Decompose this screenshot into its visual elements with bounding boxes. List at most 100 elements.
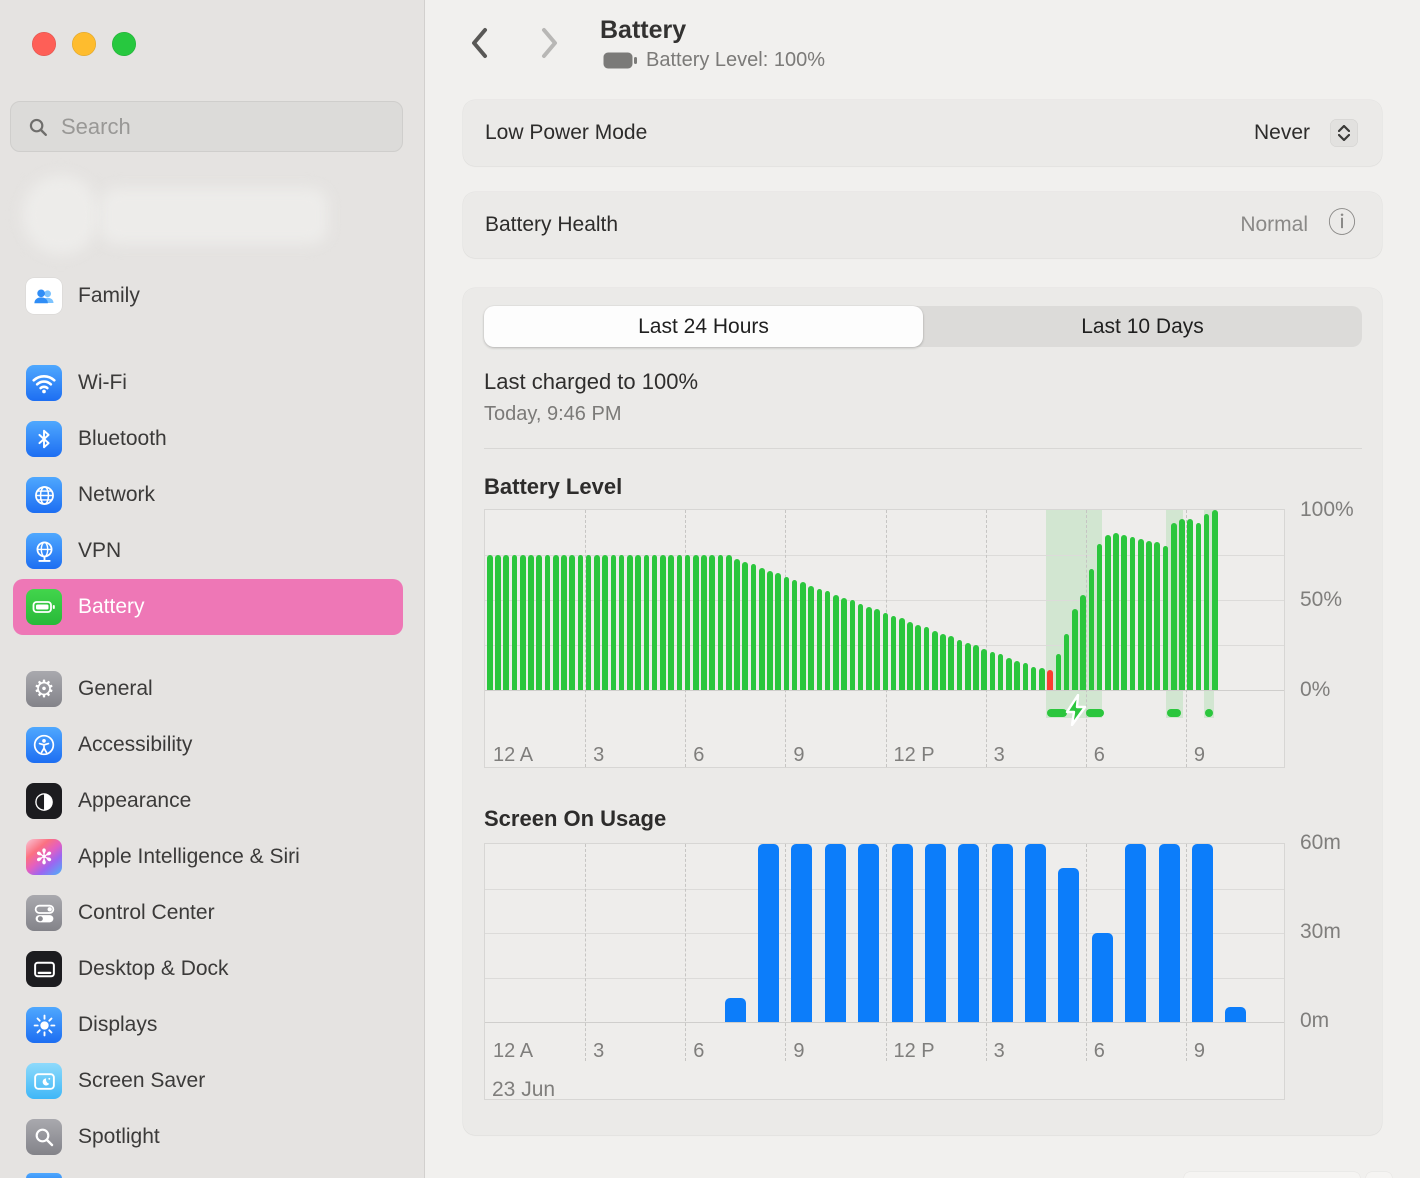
screen-usage-bar	[992, 844, 1013, 1022]
battery-bar	[1163, 546, 1169, 690]
sidebar-item-wi-fi[interactable]: Wi-Fi	[13, 355, 403, 411]
battery-bar	[759, 568, 765, 690]
low-power-mode-stepper[interactable]	[1330, 119, 1358, 147]
back-button[interactable]	[467, 25, 493, 61]
battery-bar	[965, 643, 971, 690]
sidebar-item-family[interactable]: Family	[13, 268, 403, 324]
battery-bar	[907, 622, 913, 690]
sidebar-item-label: Appearance	[78, 789, 191, 813]
battery-bar	[1179, 519, 1185, 690]
battery-bar	[998, 654, 1004, 690]
battery-bar	[808, 586, 814, 690]
window-minimize-button[interactable]	[72, 32, 96, 56]
x-axis-tick: 3	[994, 1040, 1005, 1063]
battery-bar	[833, 595, 839, 690]
sidebar-item-accessibility[interactable]: Accessibility	[13, 717, 403, 773]
screen-on-usage-chart: 12 A36912 P369	[484, 843, 1285, 1100]
sidebar-item-appearance[interactable]: ◑Appearance	[13, 773, 403, 829]
sparkle-icon: ✻	[26, 839, 62, 875]
y-axis-tick: 0m	[1300, 1009, 1329, 1033]
x-axis-tick: 6	[693, 744, 704, 767]
battery-icon	[26, 589, 62, 625]
gridline-dashed	[886, 844, 887, 1061]
battery-bar	[1204, 514, 1210, 690]
sidebar-item-cutoff-icon[interactable]	[26, 1173, 62, 1178]
search-input[interactable]: Search	[10, 101, 403, 152]
low-power-mode-value: Never	[1254, 121, 1310, 145]
page-title: Battery	[600, 16, 686, 45]
y-axis-tick: 100%	[1300, 498, 1354, 522]
sidebar-item-vpn[interactable]: VPN	[13, 523, 403, 579]
sidebar-item-displays[interactable]: Displays	[13, 997, 403, 1053]
sidebar-item-label: Apple Intelligence & Siri	[78, 845, 300, 869]
sidebar-item-battery[interactable]: Battery	[13, 579, 403, 635]
x-axis-tick: 3	[994, 744, 1005, 767]
tab-last-24-hours[interactable]: Last 24 Hours	[484, 306, 923, 347]
screen-usage-bar	[1125, 844, 1146, 1022]
battery-bar	[1187, 519, 1193, 690]
battery-icon	[603, 52, 637, 69]
y-axis-tick: 0%	[1300, 678, 1330, 702]
sidebar-item-spotlight[interactable]: Spotlight	[13, 1109, 403, 1165]
sidebar-item-general[interactable]: ⚙ General	[13, 661, 403, 717]
x-axis-tick: 12 A	[493, 1040, 533, 1063]
gridline-dashed	[986, 510, 987, 767]
sidebar-item-desktop-dock[interactable]: Desktop & Dock	[13, 941, 403, 997]
battery-bar	[1154, 542, 1160, 690]
battery-bar	[940, 634, 946, 690]
gridline-dashed	[785, 844, 786, 1061]
screen-usage-bar	[1159, 844, 1180, 1022]
gridline-dashed	[1086, 844, 1087, 1061]
window-zoom-button[interactable]	[112, 32, 136, 56]
battery-bar	[866, 607, 872, 690]
sidebar-item-screen-saver[interactable]: Screen Saver	[13, 1053, 403, 1109]
battery-bar	[957, 640, 963, 690]
search-placeholder: Search	[61, 114, 131, 140]
battery-bar	[528, 555, 534, 690]
screen-usage-bar	[1058, 868, 1079, 1022]
screen-usage-bar	[1192, 844, 1213, 1022]
battery-bar	[1113, 533, 1119, 690]
tab-last-10-days[interactable]: Last 10 Days	[923, 306, 1362, 347]
window-close-button[interactable]	[32, 32, 56, 56]
battery-health-value: Normal	[1240, 213, 1308, 237]
account-name-redacted[interactable]	[100, 188, 328, 244]
sidebar-item-bluetooth[interactable]: Bluetooth	[13, 411, 403, 467]
avatar[interactable]	[22, 175, 100, 255]
battery-bar	[536, 555, 542, 690]
gridline-dashed	[986, 844, 987, 1061]
divider	[484, 448, 1362, 449]
screen-usage-bar	[892, 844, 913, 1022]
wifi-icon	[26, 365, 62, 401]
battery-bar	[990, 652, 996, 690]
sidebar-item-network[interactable]: Network	[13, 467, 403, 523]
sidebar-item-label: General	[78, 677, 153, 701]
battery-bar	[792, 580, 798, 690]
gear-icon: ⚙	[26, 671, 62, 707]
sidebar-item-apple-intelligence-siri[interactable]: ✻ Apple Intelligence & Siri	[13, 829, 403, 885]
battery-bar	[627, 555, 633, 690]
charging-indicator-capsule	[1167, 709, 1181, 717]
x-axis-tick: 9	[1194, 744, 1205, 767]
battery-bar	[668, 555, 674, 690]
battery-bar	[1212, 510, 1218, 690]
battery-health-label: Battery Health	[485, 213, 618, 237]
screen-usage-bar	[758, 844, 779, 1022]
x-axis-tick: 6	[1094, 1040, 1105, 1063]
y-axis-tick: 60m	[1300, 831, 1341, 855]
battery-bar	[1006, 658, 1012, 690]
sidebar-item-control-center[interactable]: Control Center	[13, 885, 403, 941]
battery-bar	[948, 636, 954, 690]
forward-button[interactable]	[536, 25, 562, 61]
chart-date-label: 23 Jun	[492, 1078, 555, 1102]
info-icon[interactable]: ⓘ	[1328, 209, 1356, 237]
battery-status-text: Battery Level: 100%	[646, 49, 825, 72]
gridline-dashed	[685, 844, 686, 1061]
battery-bar	[520, 555, 526, 690]
bluetooth-icon	[26, 421, 62, 457]
battery-bar	[1089, 569, 1095, 690]
window-icon	[26, 951, 62, 987]
battery-bar	[734, 559, 740, 690]
sidebar: Search Family Wi-FiBluetoothNetworkVPNBa…	[0, 0, 425, 1178]
search-icon	[27, 116, 49, 138]
